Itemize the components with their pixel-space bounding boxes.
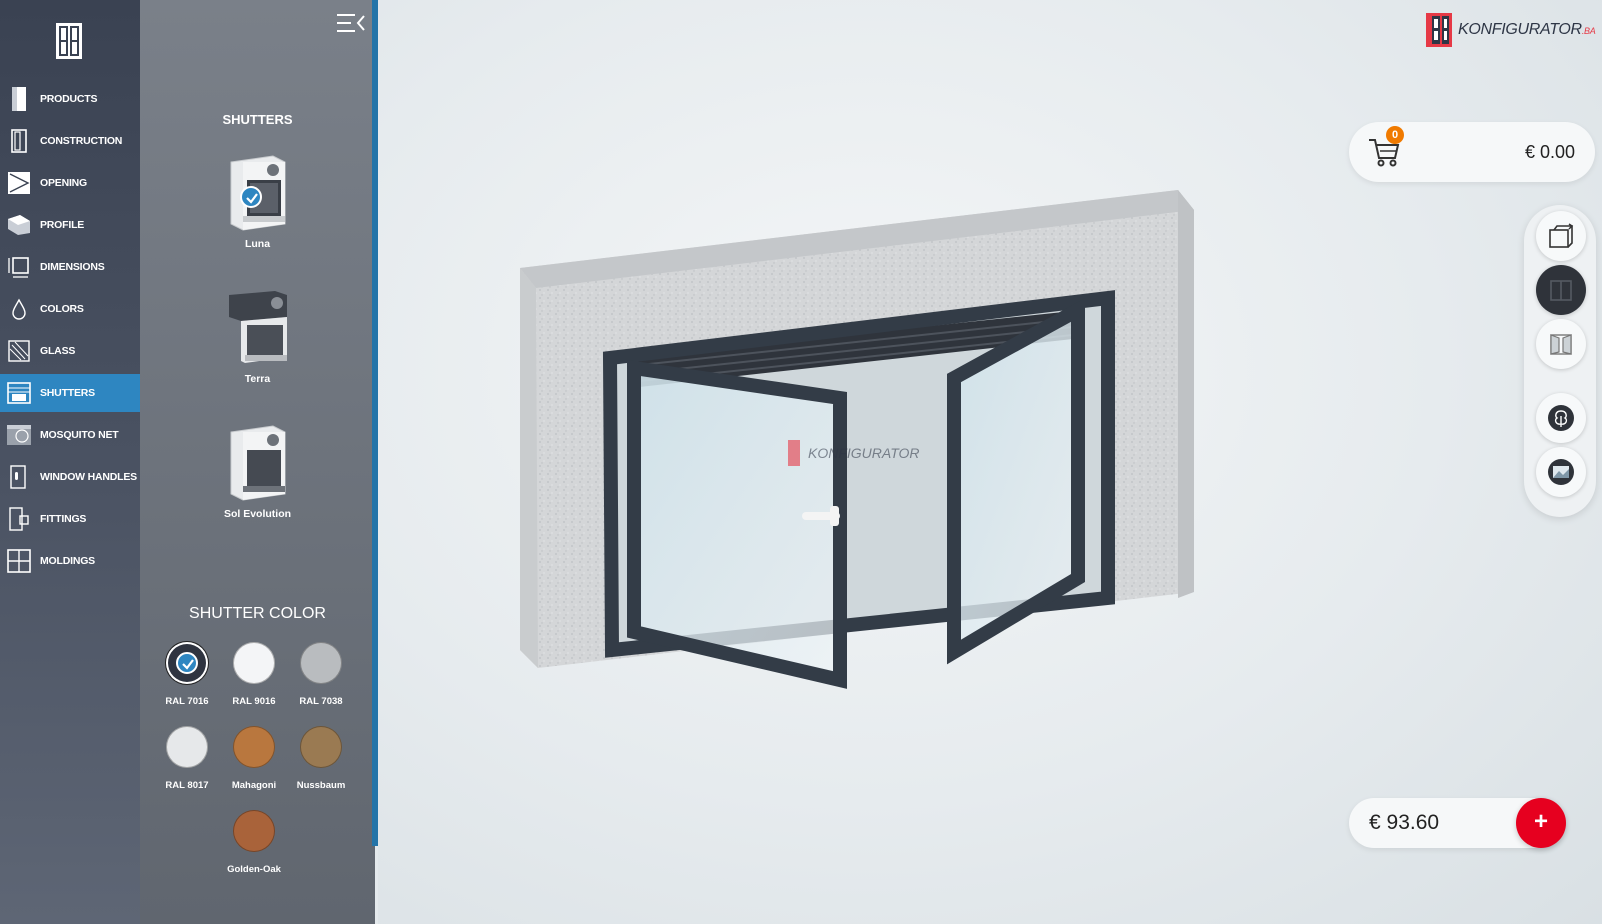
rotate-view-icon xyxy=(1549,223,1574,248)
nav-item-colors[interactable]: COLORS xyxy=(0,290,140,328)
brand-logo[interactable]: KONFIGURATOR.BA xyxy=(1426,12,1596,48)
fittings-icon xyxy=(6,505,32,533)
color-swatch-circle xyxy=(166,642,208,684)
nav-item-moldings[interactable]: MOLDINGS xyxy=(0,542,140,580)
color-swatch-circle xyxy=(300,726,342,768)
color-swatch-ral-8017[interactable]: RAL 8017 xyxy=(157,726,217,791)
shutter-option-sol-evolution[interactable]: Sol Evolution xyxy=(210,422,305,520)
color-label: Mahagoni xyxy=(231,780,277,791)
nav-item-dimensions[interactable]: DIMENSIONS xyxy=(0,248,140,286)
collapse-menu-icon[interactable] xyxy=(335,12,367,34)
nav-item-glass[interactable]: GLASS xyxy=(0,332,140,370)
color-label: RAL 7038 xyxy=(299,696,343,707)
color-swatch-ral-9016[interactable]: RAL 9016 xyxy=(224,642,284,707)
nav-item-profile[interactable]: PROFILE xyxy=(0,206,140,244)
nav-item-fittings[interactable]: FITTINGS xyxy=(0,500,140,538)
nav-item-label: WINDOW HANDLES xyxy=(40,471,137,483)
nav-item-shutters[interactable]: SHUTTERS xyxy=(0,374,140,412)
nav-item-window-handles[interactable]: WINDOW HANDLES xyxy=(0,458,140,496)
watermark-text: KONFIGURATOR xyxy=(808,445,920,461)
background-image-icon xyxy=(1548,459,1574,485)
shutter-sol-evolution-icon xyxy=(230,425,285,501)
outside-view-button[interactable] xyxy=(1536,265,1586,315)
shutter-label: Terra xyxy=(244,373,271,385)
door-icon xyxy=(6,85,32,113)
nav-item-label: PRODUCTS xyxy=(40,93,98,105)
moldings-icon xyxy=(6,547,32,575)
color-label: Golden-Oak xyxy=(227,864,281,875)
profile-icon xyxy=(6,211,32,239)
color-swatch-ral-7016[interactable]: RAL 7016 xyxy=(157,642,217,707)
shutter-icon xyxy=(6,379,32,407)
color-swatch-golden-oak[interactable]: Golden-Oak xyxy=(224,810,284,875)
shutter-label: Sol Evolution xyxy=(223,508,292,520)
color-swatch-circle xyxy=(233,726,275,768)
handle-icon xyxy=(6,463,32,491)
nav-item-label: SHUTTERS xyxy=(40,387,95,399)
window-open-icon xyxy=(1550,334,1572,355)
construction-icon xyxy=(6,127,32,155)
shutter-label: Luna xyxy=(244,238,271,250)
nav-item-label: FITTINGS xyxy=(40,513,87,525)
opening-icon xyxy=(6,169,32,197)
background-button[interactable] xyxy=(1536,447,1586,497)
selected-check-icon xyxy=(176,652,198,674)
color-swatch-mahagoni[interactable]: Mahagoni xyxy=(224,726,284,791)
color-swatch-nussbaum[interactable]: Nussbaum xyxy=(291,726,351,791)
nav-item-mosquito-net[interactable]: MOSQUITO NET xyxy=(0,416,140,454)
nav-item-label: GLASS xyxy=(40,345,76,357)
color-label: RAL 8017 xyxy=(165,780,209,791)
shutters-title: SHUTTERS xyxy=(222,112,293,127)
color-label: RAL 9016 xyxy=(232,696,276,707)
view-tools xyxy=(1524,205,1596,517)
shutter-terra-icon xyxy=(228,291,287,363)
color-label: Nussbaum xyxy=(296,780,346,791)
window-closed-icon xyxy=(1550,280,1572,301)
item-price: € 93.60 xyxy=(1369,811,1440,834)
nav-item-label: COLORS xyxy=(40,303,84,315)
add-to-cart-button[interactable]: + xyxy=(1516,798,1566,848)
color-swatch-circle xyxy=(166,726,208,768)
nav-item-construction[interactable]: CONSTRUCTION xyxy=(0,122,140,160)
color-swatch-circle xyxy=(233,642,275,684)
selected-check-icon xyxy=(240,186,262,208)
nav-item-label: OPENING xyxy=(40,177,88,189)
cart-count-badge: 0 xyxy=(1386,126,1404,144)
nav-item-label: DIMENSIONS xyxy=(40,261,105,273)
color-swatch-ral-7038[interactable]: RAL 7038 xyxy=(291,642,351,707)
environment-button[interactable] xyxy=(1536,393,1586,443)
brand-icon xyxy=(1426,13,1452,47)
nav-item-products[interactable]: PRODUCTS xyxy=(0,80,140,118)
glass-icon xyxy=(6,337,32,365)
nav-item-opening[interactable]: OPENING xyxy=(0,164,140,202)
mosquito-net-icon xyxy=(6,421,32,449)
color-label: RAL 7016 xyxy=(165,696,209,707)
shutter-option-terra[interactable]: Terra xyxy=(210,287,305,385)
color-swatch-circle xyxy=(300,642,342,684)
drop-icon xyxy=(6,295,32,323)
nav-item-label: CONSTRUCTION xyxy=(40,135,123,147)
brand-name: KONFIGURATOR.BA xyxy=(1458,21,1596,38)
shutter-option-luna[interactable]: Luna xyxy=(210,152,305,250)
nav-item-label: MOSQUITO NET xyxy=(40,429,119,441)
nav-item-label: MOLDINGS xyxy=(40,555,95,567)
app-logo-icon[interactable] xyxy=(55,22,83,60)
rotate-view-button[interactable] xyxy=(1536,211,1586,261)
cart-total: € 0.00 xyxy=(1524,142,1575,162)
cart-bar: 0 € 0.00 xyxy=(1349,122,1595,182)
dimensions-icon xyxy=(6,253,32,281)
environment-icon xyxy=(1548,405,1574,431)
nav-item-label: PROFILE xyxy=(40,219,85,231)
color-swatch-circle xyxy=(233,810,275,852)
shutter-color-title: SHUTTER COLOR xyxy=(189,605,326,622)
open-view-button[interactable] xyxy=(1536,319,1586,369)
